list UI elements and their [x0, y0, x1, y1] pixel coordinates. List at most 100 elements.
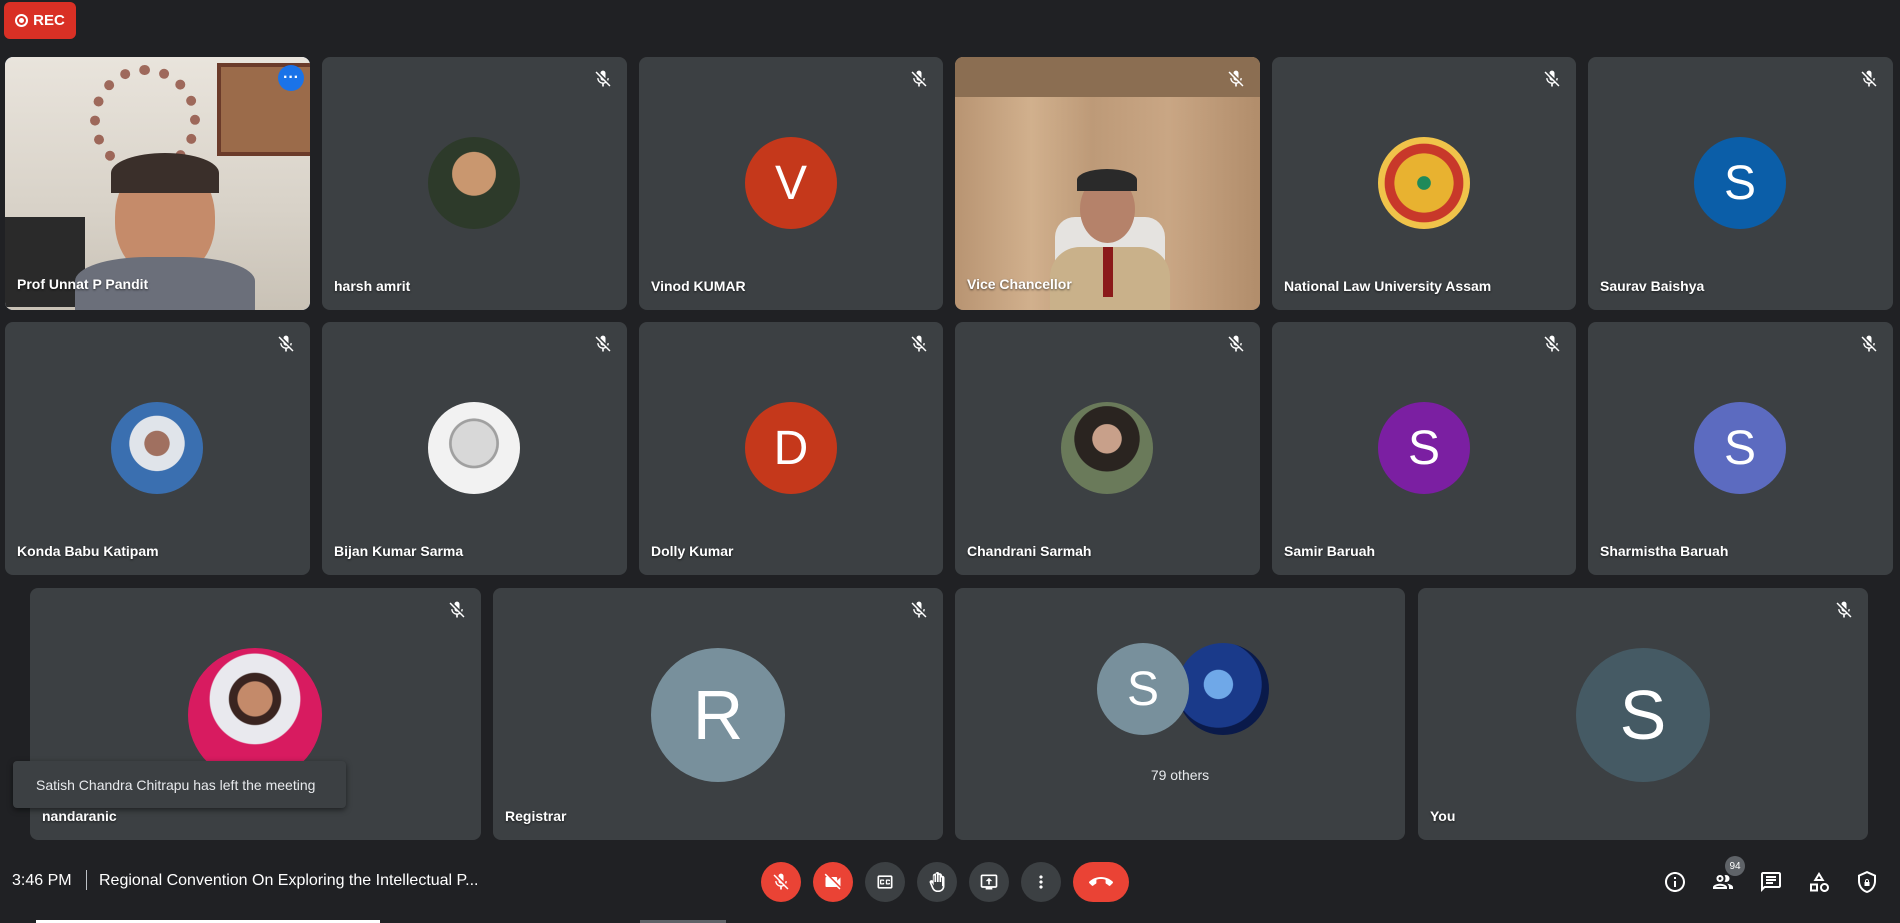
avatar-initial: S — [1407, 421, 1440, 475]
bottom-bar: 3:46 PM Regional Convention On Exploring… — [0, 850, 1900, 913]
participant-tile-9[interactable]: Chandrani Sarmah — [955, 322, 1260, 575]
mic-off-icon — [1861, 335, 1877, 352]
notification-message: Satish Chandra Chitrapu has left the mee… — [36, 776, 316, 793]
avatar: D — [745, 402, 837, 494]
avatar — [1177, 643, 1269, 735]
participant-tile-5[interactable]: S Saurav Baishya — [1588, 57, 1893, 310]
participant-name: You — [1430, 808, 1456, 824]
others-tile[interactable]: S 79 others — [955, 588, 1405, 840]
camera-off-icon — [824, 873, 841, 890]
avatar-initial: S — [1723, 421, 1756, 475]
raise-hand-button[interactable] — [917, 862, 957, 902]
mic-off-icon — [1836, 601, 1852, 618]
leave-call-button[interactable] — [1073, 862, 1129, 902]
participant-count-badge: 94 — [1725, 856, 1745, 876]
avatar: S — [1378, 402, 1470, 494]
mic-off-icon — [595, 70, 611, 87]
activities-button[interactable] — [1803, 866, 1835, 898]
record-icon — [15, 14, 29, 27]
activities-icon — [1810, 872, 1829, 892]
mic-off-icon — [595, 335, 611, 352]
avatar-initial: S — [1126, 662, 1159, 716]
participant-name: Registrar — [505, 808, 567, 824]
divider — [86, 870, 87, 890]
participant-tile-8[interactable]: D Dolly Kumar — [639, 322, 943, 575]
hand-icon — [929, 872, 945, 892]
participant-name: National Law University Assam — [1284, 278, 1492, 294]
recording-label: REC — [33, 12, 65, 29]
more-options-button[interactable] — [1021, 862, 1061, 902]
meeting-details-button[interactable] — [1659, 866, 1691, 898]
participant-tile-7[interactable]: Bijan Kumar Sarma — [322, 322, 627, 575]
participant-name: Konda Babu Katipam — [17, 543, 159, 559]
mic-off-icon — [449, 601, 465, 618]
present-icon — [980, 874, 998, 890]
mic-off-icon — [1228, 335, 1244, 352]
more-options-button[interactable]: ··· — [278, 65, 304, 91]
present-screen-button[interactable] — [969, 862, 1009, 902]
avatar-initial: S — [1723, 156, 1756, 210]
chat-button[interactable] — [1755, 866, 1787, 898]
participant-name: Prof Unnat P Pandit — [17, 276, 149, 292]
avatar-initial: V — [774, 156, 807, 210]
video-feed — [955, 57, 1260, 310]
participant-name: nandaranic — [42, 808, 117, 824]
mic-off-icon — [1228, 70, 1244, 87]
mic-off-icon — [773, 873, 789, 890]
camera-toggle-button[interactable] — [813, 862, 853, 902]
avatar: S — [1576, 648, 1710, 782]
participant-tile-0[interactable]: ··· Prof Unnat P Pandit — [5, 57, 310, 310]
meeting-title: Regional Convention On Exploring the Int… — [99, 872, 479, 889]
avatar: R — [651, 648, 785, 782]
notification-toast: Satish Chandra Chitrapu has left the mee… — [13, 761, 346, 808]
participant-name: Bijan Kumar Sarma — [334, 543, 464, 559]
participant-tile-1[interactable]: harsh amrit — [322, 57, 627, 310]
avatar-initial: D — [773, 421, 809, 475]
mic-off-icon — [911, 601, 927, 618]
participant-name: Vinod KUMAR — [651, 278, 746, 294]
avatar: S — [1097, 643, 1189, 735]
participant-tile-4[interactable]: National Law University Assam — [1272, 57, 1576, 310]
call-end-icon — [1089, 877, 1113, 886]
mic-off-icon — [911, 335, 927, 352]
participant-name: Chandrani Sarmah — [967, 543, 1092, 559]
captions-button[interactable] — [865, 862, 905, 902]
host-controls-button[interactable] — [1851, 866, 1883, 898]
avatar — [428, 137, 520, 229]
avatar — [428, 402, 520, 494]
info-icon — [1665, 872, 1685, 892]
participant-tile-13[interactable]: R Registrar — [493, 588, 943, 840]
participant-tile-10[interactable]: S Samir Baruah — [1272, 322, 1576, 575]
mic-off-icon — [911, 70, 927, 87]
chat-icon — [1761, 872, 1781, 892]
avatar: S — [1694, 402, 1786, 494]
avatar-initial: R — [692, 676, 744, 754]
participant-tile-6[interactable]: Konda Babu Katipam — [5, 322, 310, 575]
avatar — [1061, 402, 1153, 494]
mic-off-icon — [278, 335, 294, 352]
participant-name: Samir Baruah — [1284, 543, 1376, 559]
meeting-clock: 3:46 PM — [12, 872, 72, 889]
participant-tile-11[interactable]: S Sharmistha Baruah — [1588, 322, 1893, 575]
recording-indicator: REC — [4, 2, 76, 39]
shield-lock-icon — [1858, 871, 1876, 893]
avatar: V — [745, 137, 837, 229]
university-logo — [1378, 137, 1470, 229]
participant-name: harsh amrit — [334, 278, 411, 294]
others-count-label: 79 others — [1150, 767, 1210, 783]
more-vert-icon — [1039, 875, 1043, 889]
video-feed — [5, 57, 310, 310]
mic-off-icon — [1544, 335, 1560, 352]
avatar-initial: S — [1619, 676, 1667, 754]
avatar: S — [1694, 137, 1786, 229]
mic-off-icon — [1861, 70, 1877, 87]
participant-name: Sharmistha Baruah — [1600, 543, 1729, 559]
people-button[interactable]: 94 — [1707, 856, 1745, 898]
participant-name: Dolly Kumar — [651, 543, 734, 559]
participant-tile-2[interactable]: V Vinod KUMAR — [639, 57, 943, 310]
self-tile[interactable]: S You — [1418, 588, 1868, 840]
participant-tile-3[interactable]: Vice Chancellor — [955, 57, 1260, 310]
mic-toggle-button[interactable] — [761, 862, 801, 902]
mic-off-icon — [1544, 70, 1560, 87]
captions-icon — [877, 875, 893, 889]
